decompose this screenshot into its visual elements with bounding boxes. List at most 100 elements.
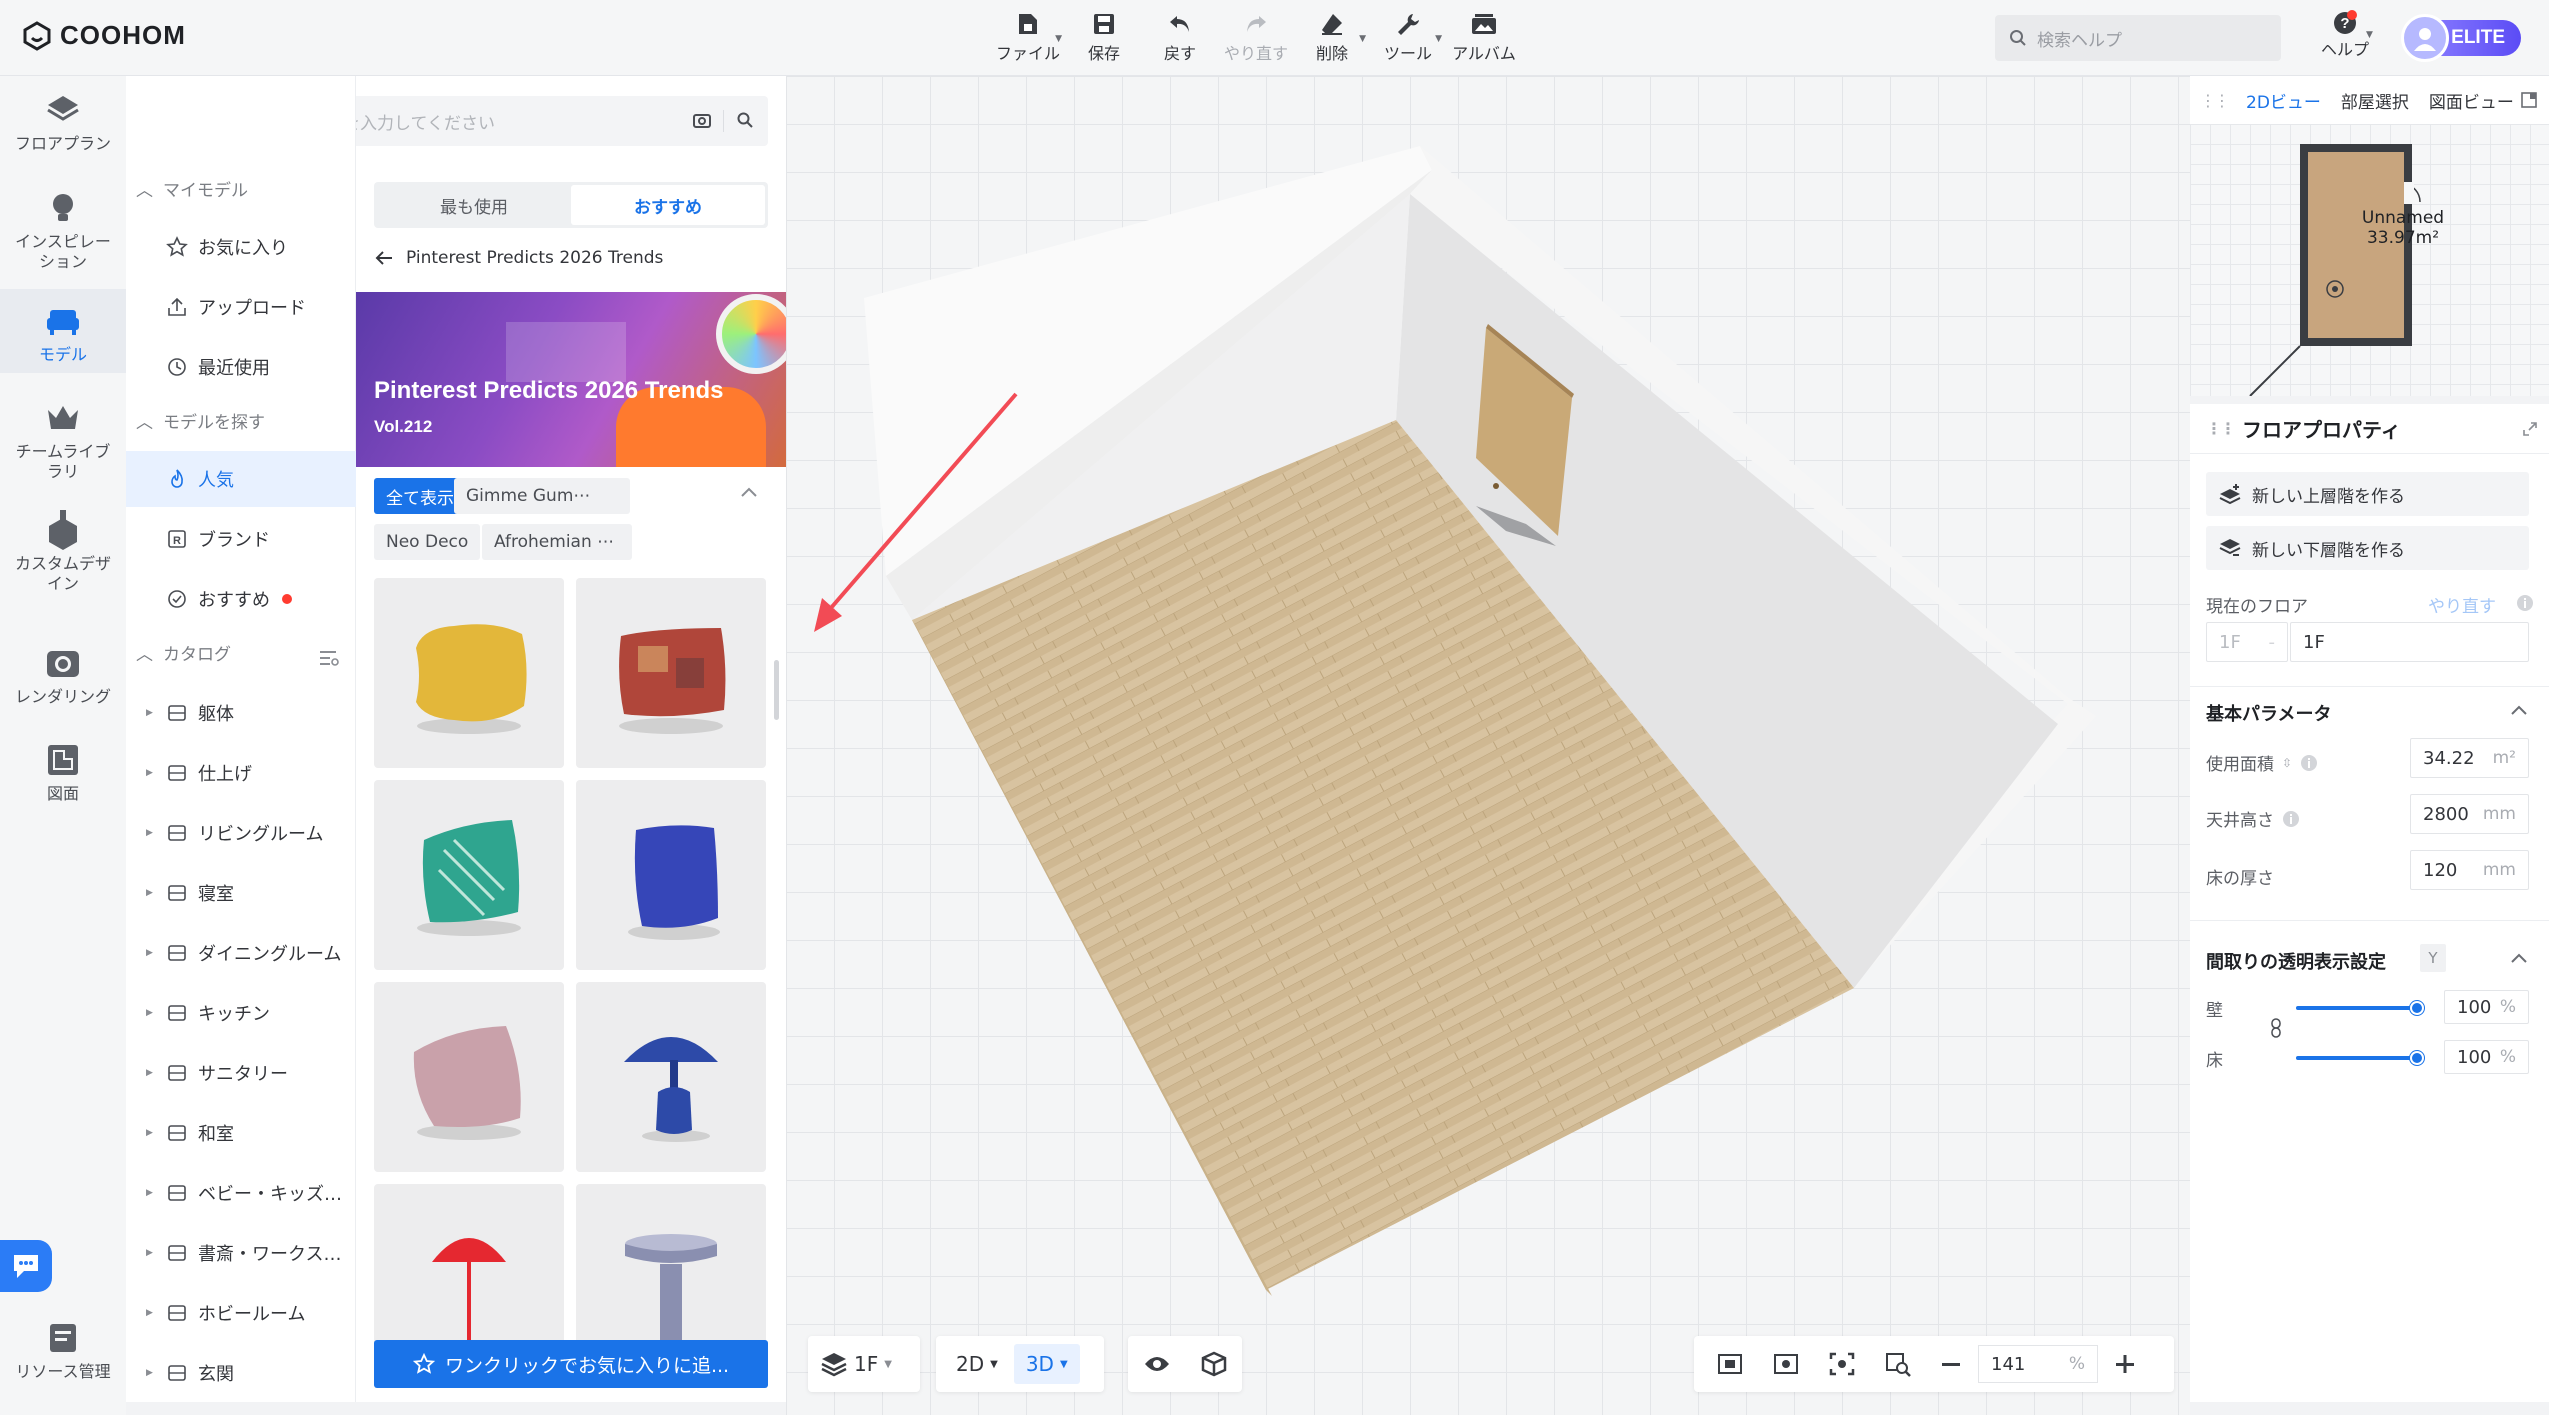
sidebar-item-popular[interactable]: 人気 <box>126 451 356 507</box>
undo-button[interactable]: 戻す <box>1142 8 1218 68</box>
catalog-item[interactable]: ▶ 躯体 <box>126 685 356 741</box>
material-button[interactable] <box>1189 1344 1239 1384</box>
floor-switch[interactable]: 1F ▼ <box>808 1344 904 1384</box>
breadcrumb[interactable]: Pinterest Predicts 2026 Trends <box>374 248 663 268</box>
model-card-yellow-pillow[interactable] <box>374 578 564 768</box>
sidebar-item-upload[interactable]: アップロード <box>126 279 356 335</box>
view-3d-button[interactable]: 3D ▼ <box>1013 1344 1080 1384</box>
info-icon[interactable] <box>2282 810 2300 828</box>
wall-opacity-input[interactable]: 100 % <box>2444 990 2529 1024</box>
chat-support-button[interactable] <box>0 1240 52 1292</box>
floor-thickness-input[interactable]: 120 mm <box>2410 850 2529 890</box>
floor-opacity-knob[interactable] <box>2410 1051 2424 1065</box>
model-card-leaf-pillow[interactable] <box>374 780 564 970</box>
sort-icon[interactable]: ⇳ <box>2282 756 2292 770</box>
image-search-icon[interactable] <box>692 111 712 129</box>
chevron-up-icon[interactable] <box>2510 704 2528 716</box>
redo-floor-link[interactable]: やり直す <box>2428 592 2496 617</box>
wall-opacity-track[interactable] <box>2296 1006 2418 1010</box>
rail-item-resource-management[interactable]: リソース管理 <box>0 1314 126 1394</box>
tag-afrohemian[interactable]: Afrohemian ⋯ <box>482 524 632 560</box>
tag-gimme-gum[interactable]: Gimme Gum⋯ <box>454 478 630 514</box>
tab-recommended[interactable]: おすすめ <box>571 185 765 225</box>
wall-opacity-knob[interactable] <box>2410 1001 2424 1015</box>
model-card-blue-mushroom-lamp[interactable] <box>576 982 766 1172</box>
catalog-item[interactable]: ▶ 書斎・ワークス… <box>126 1225 356 1281</box>
help-search-input[interactable]: 検索ヘルプ <box>1995 15 2281 61</box>
save-button[interactable]: 保存 <box>1066 8 1142 68</box>
rail-item-team-library[interactable]: チームライブラリ <box>0 394 126 484</box>
search-icon[interactable] <box>736 111 754 129</box>
delete-button[interactable]: 削除 ▼ <box>1294 8 1370 68</box>
floor-opacity-track[interactable] <box>2296 1056 2418 1060</box>
info-icon[interactable] <box>2516 594 2534 612</box>
rail-item-custom-design[interactable]: カスタムデザイン <box>0 506 126 606</box>
my-models-section[interactable]: ︿ マイモデル <box>136 176 248 201</box>
tag-neo-deco[interactable]: Neo Deco <box>374 524 481 560</box>
catalog-item[interactable]: ▶ サニタリー <box>126 1045 356 1101</box>
room-3d-scene[interactable] <box>786 76 2190 1415</box>
add-all-to-favorites-button[interactable]: ワンクリックでお気に入りに追... <box>374 1340 768 1388</box>
catalog-item[interactable]: ▶ リビングルーム <box>126 805 356 861</box>
sidebar-item-favorites[interactable]: お気に入り <box>126 219 356 275</box>
sidebar-item-recent[interactable]: 最近使用 <box>126 339 356 395</box>
album-button[interactable]: アルバム <box>1446 8 1522 68</box>
catalog-item[interactable]: ▶ ホビールーム <box>126 1285 356 1341</box>
view-2d-button[interactable]: 2D ▼ <box>944 1344 1010 1384</box>
chevron-up-icon[interactable] <box>2510 952 2528 964</box>
zoom-level-input[interactable]: 141 % <box>1978 1345 2098 1383</box>
floor-minimap[interactable]: Unnamed 33.97m² <box>2190 124 2549 396</box>
catalog-item[interactable]: ▶ ベビー・キッズ… <box>126 1165 356 1221</box>
zoom-region-button[interactable] <box>1872 1344 1924 1384</box>
catalog-item[interactable]: ▶ ダイニングルーム <box>126 925 356 981</box>
catalog-item[interactable]: ▶ 仕上げ <box>126 745 356 801</box>
account-menu[interactable]: ELITE <box>2401 14 2521 62</box>
sidebar-item-recommended[interactable]: おすすめ <box>126 571 356 627</box>
tag-all[interactable]: 全て表示 <box>374 478 466 514</box>
area-input[interactable]: 34.22 m² <box>2410 738 2529 778</box>
view-settings-button[interactable] <box>1760 1344 1812 1384</box>
tab-2d-view[interactable]: 2Dビュー <box>2236 88 2331 113</box>
chevron-up-icon[interactable] <box>740 486 758 498</box>
catalog-section[interactable]: ︿ カタログ <box>136 640 231 665</box>
floor-name-input[interactable]: 1F <box>2290 622 2529 662</box>
rail-item-model[interactable]: モデル <box>0 289 126 373</box>
focus-button[interactable] <box>1816 1344 1868 1384</box>
popout-icon[interactable] <box>2521 420 2539 438</box>
collection-banner[interactable]: Pinterest Predicts 2026 Trends Vol.212 <box>356 292 786 467</box>
zoom-in-button[interactable] <box>2102 1344 2148 1384</box>
tools-menu-button[interactable]: ツール ▼ <box>1370 8 1446 68</box>
info-icon[interactable] <box>2300 754 2318 772</box>
model-card-patchwork-pillow[interactable] <box>576 578 766 768</box>
drag-handle-icon[interactable]: ⋮⋮ <box>2206 419 2236 438</box>
zoom-out-button[interactable] <box>1928 1344 1974 1384</box>
tab-room-select[interactable]: 部屋選択 <box>2331 88 2419 113</box>
tab-drawing-view[interactable]: 図面ビュー <box>2419 88 2524 113</box>
panel-scrollbar[interactable] <box>774 660 779 720</box>
model-card-pink-pillow[interactable] <box>374 982 564 1172</box>
drag-handle-icon[interactable]: ⋮⋮ <box>2190 91 2230 110</box>
avatar[interactable] <box>2401 14 2449 62</box>
catalog-item[interactable]: ▶ 和室 <box>126 1105 356 1161</box>
tab-most-used[interactable]: 最も使用 <box>377 185 571 225</box>
create-lower-floor-button[interactable]: 新しい下層階を作る <box>2206 526 2529 570</box>
visibility-button[interactable] <box>1131 1344 1183 1384</box>
floor-selector[interactable]: 1F ▼ <box>808 1336 920 1392</box>
catalog-item[interactable]: ▶ 寝室 <box>126 865 356 921</box>
link-icon[interactable] <box>2270 1018 2282 1038</box>
sidebar-item-brand[interactable]: R ブランド <box>126 511 356 567</box>
fit-view-button[interactable] <box>1704 1344 1756 1384</box>
rail-item-rendering[interactable]: レンダリング <box>0 639 126 719</box>
3d-viewport[interactable] <box>786 76 2190 1415</box>
floor-opacity-input[interactable]: 100 % <box>2444 1040 2529 1074</box>
model-card-blue-bean-bag[interactable] <box>576 780 766 970</box>
ceiling-height-input[interactable]: 2800 mm <box>2410 794 2529 834</box>
catalog-item[interactable]: ▶ 玄関 <box>126 1345 356 1401</box>
rail-item-drawing[interactable]: 図面 <box>0 736 126 816</box>
create-upper-floor-button[interactable]: 新しい上層階を作る <box>2206 472 2529 516</box>
catalog-item[interactable]: ▶ キッチン <box>126 985 356 1041</box>
redo-button[interactable]: やり直す <box>1218 8 1294 68</box>
find-models-section[interactable]: ︿ モデルを探す <box>136 408 265 433</box>
expand-panel-icon[interactable] <box>2519 90 2539 110</box>
rail-item-floorplan[interactable]: フロアプラン <box>0 86 126 166</box>
